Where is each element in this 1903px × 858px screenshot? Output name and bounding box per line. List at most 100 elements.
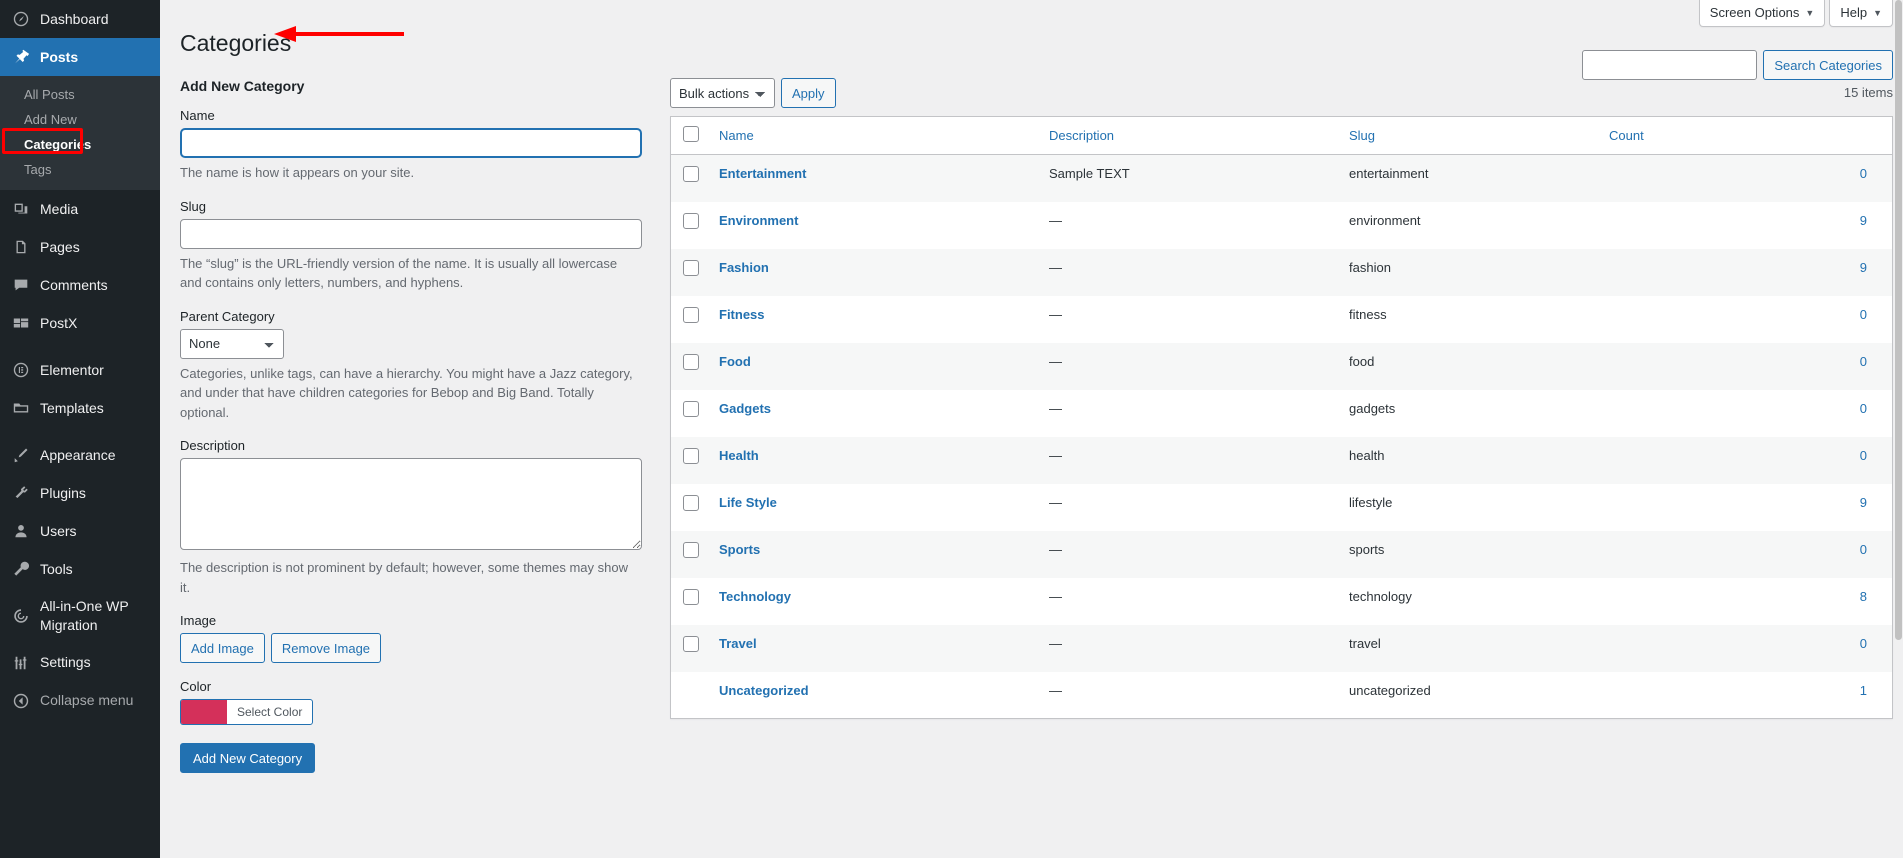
sidebar-item-settings[interactable]: Settings bbox=[0, 644, 160, 682]
name-label: Name bbox=[180, 108, 215, 123]
sidebar-item-appearance[interactable]: Appearance bbox=[0, 436, 160, 474]
parent-help-text: Categories, unlike tags, can have a hier… bbox=[180, 365, 633, 420]
sidebar-item-all-in-one-wp-migration[interactable]: All-in-One WP Migration bbox=[0, 588, 160, 644]
color-picker-button[interactable]: Select Color bbox=[180, 699, 314, 725]
sidebar-item-media[interactable]: Media bbox=[0, 190, 160, 228]
category-name-link[interactable]: Sports bbox=[719, 542, 760, 557]
slug-input[interactable] bbox=[180, 218, 642, 249]
column-header-count[interactable]: Count bbox=[1599, 116, 1893, 155]
category-count-link[interactable]: 0 bbox=[1860, 636, 1867, 651]
parent-category-select[interactable]: None bbox=[180, 328, 284, 359]
row-checkbox-cell[interactable] bbox=[671, 437, 710, 484]
row-checkbox[interactable] bbox=[683, 259, 699, 276]
row-checkbox[interactable] bbox=[683, 447, 699, 464]
sidebar-item-tools[interactable]: Tools bbox=[0, 550, 160, 588]
category-count-link[interactable]: 0 bbox=[1860, 307, 1867, 322]
row-checkbox-cell[interactable] bbox=[671, 625, 710, 672]
row-checkbox[interactable] bbox=[683, 494, 699, 511]
category-count-link[interactable]: 9 bbox=[1860, 260, 1867, 275]
scrollbar-thumb[interactable] bbox=[1895, 0, 1902, 640]
name-input[interactable] bbox=[180, 128, 642, 158]
sidebar-item-dashboard[interactable]: Dashboard bbox=[0, 0, 160, 38]
category-name-link[interactable]: Health bbox=[719, 448, 759, 463]
column-header-name[interactable]: Name bbox=[709, 116, 1039, 155]
category-name-link[interactable]: Uncategorized bbox=[719, 683, 809, 698]
row-checkbox[interactable] bbox=[683, 306, 699, 323]
row-checkbox[interactable] bbox=[683, 166, 699, 182]
sidebar-item-label: Elementor bbox=[40, 361, 104, 378]
bulk-actions-select[interactable]: Bulk actions bbox=[670, 78, 775, 108]
row-checkbox-cell[interactable] bbox=[671, 343, 710, 390]
column-header-description[interactable]: Description bbox=[1039, 116, 1339, 155]
sidebar-item-users[interactable]: Users bbox=[0, 512, 160, 550]
help-label: Help bbox=[1840, 5, 1868, 20]
category-count-link[interactable]: 9 bbox=[1860, 495, 1867, 510]
category-count-link[interactable]: 8 bbox=[1860, 589, 1867, 604]
row-checkbox-cell[interactable] bbox=[671, 249, 710, 296]
category-name-link[interactable]: Entertainment bbox=[719, 166, 806, 181]
row-checkbox-cell[interactable] bbox=[671, 578, 710, 625]
category-name-link[interactable]: Technology bbox=[719, 589, 791, 604]
slug-label: Slug bbox=[180, 198, 207, 214]
category-count-link[interactable]: 0 bbox=[1860, 354, 1867, 369]
sidebar-item-posts[interactable]: Posts bbox=[0, 38, 160, 76]
table-row: Travel — travel 0 bbox=[670, 624, 1893, 672]
row-checkbox-cell[interactable] bbox=[671, 484, 710, 531]
search-categories-button[interactable]: Search Categories bbox=[1763, 50, 1893, 80]
sidebar-item-plugins[interactable]: Plugins bbox=[0, 474, 160, 512]
sidebar-subitem-tags[interactable]: Tags bbox=[0, 157, 160, 182]
sidebar-item-templates[interactable]: Templates bbox=[0, 389, 160, 427]
apply-button[interactable]: Apply bbox=[781, 78, 836, 108]
image-label: Image bbox=[180, 613, 217, 628]
search-input[interactable] bbox=[1582, 50, 1758, 80]
sidebar-item-elementor[interactable]: Elementor bbox=[0, 351, 160, 389]
category-name-link[interactable]: Life Style bbox=[719, 495, 777, 510]
category-name-link[interactable]: Food bbox=[719, 354, 751, 369]
cell-description: — bbox=[1049, 306, 1062, 322]
category-count-link[interactable]: 0 bbox=[1860, 448, 1867, 463]
category-count-link[interactable]: 0 bbox=[1860, 542, 1867, 557]
row-checkbox-cell[interactable] bbox=[671, 390, 710, 437]
category-count-link[interactable]: 0 bbox=[1860, 401, 1867, 416]
sidebar-item-label: Dashboard bbox=[40, 10, 109, 27]
items-count: 15 items bbox=[1843, 85, 1893, 100]
page-scrollbar[interactable] bbox=[1894, 0, 1903, 858]
sidebar-subitem-categories[interactable]: Categories bbox=[0, 132, 160, 157]
color-label: Color bbox=[180, 679, 212, 694]
sidebar-item-postx[interactable]: PostX bbox=[0, 304, 160, 342]
row-checkbox[interactable] bbox=[683, 635, 699, 652]
category-name-link[interactable]: Gadgets bbox=[719, 401, 771, 416]
screen-options-button[interactable]: Screen Options ▼ bbox=[1698, 0, 1826, 27]
category-name-link[interactable]: Fitness bbox=[719, 307, 765, 322]
sidebar-item-comments[interactable]: Comments bbox=[0, 266, 160, 304]
row-checkbox-cell[interactable] bbox=[671, 202, 710, 249]
sidebar-item-pages[interactable]: Pages bbox=[0, 228, 160, 266]
row-checkbox-cell[interactable] bbox=[671, 296, 710, 343]
category-name-link[interactable]: Fashion bbox=[719, 260, 769, 275]
select-all-header[interactable] bbox=[670, 116, 709, 155]
category-name-link[interactable]: Environment bbox=[719, 213, 798, 228]
help-button[interactable]: Help ▼ bbox=[1829, 0, 1893, 27]
page-body: Add New Category Name The name is how it… bbox=[160, 78, 1903, 858]
category-count-link[interactable]: 9 bbox=[1860, 213, 1867, 228]
sidebar-subitem-all-posts[interactable]: All Posts bbox=[0, 82, 160, 107]
row-checkbox-cell[interactable] bbox=[671, 531, 710, 578]
description-textarea[interactable] bbox=[180, 458, 642, 550]
row-checkbox[interactable] bbox=[683, 212, 699, 229]
add-new-category-submit-button[interactable]: Add New Category bbox=[180, 743, 316, 773]
row-checkbox-cell[interactable] bbox=[671, 155, 710, 202]
remove-image-button[interactable]: Remove Image bbox=[270, 633, 382, 663]
sidebar-subitem-add-new[interactable]: Add New bbox=[0, 107, 160, 132]
row-checkbox[interactable] bbox=[683, 588, 699, 605]
row-checkbox[interactable] bbox=[683, 400, 699, 417]
category-count-link[interactable]: 1 bbox=[1860, 683, 1867, 698]
select-all-checkbox[interactable] bbox=[683, 126, 699, 142]
category-count-link[interactable]: 0 bbox=[1860, 166, 1867, 181]
column-header-slug[interactable]: Slug bbox=[1339, 116, 1599, 155]
category-name-link[interactable]: Travel bbox=[719, 636, 757, 651]
row-checkbox[interactable] bbox=[683, 541, 699, 558]
sidebar-item-collapse-menu[interactable]: Collapse menu bbox=[0, 682, 160, 720]
row-checkbox[interactable] bbox=[683, 353, 699, 370]
description-help-text: The description is not prominent by defa… bbox=[180, 560, 628, 595]
add-image-button[interactable]: Add Image bbox=[180, 633, 265, 663]
